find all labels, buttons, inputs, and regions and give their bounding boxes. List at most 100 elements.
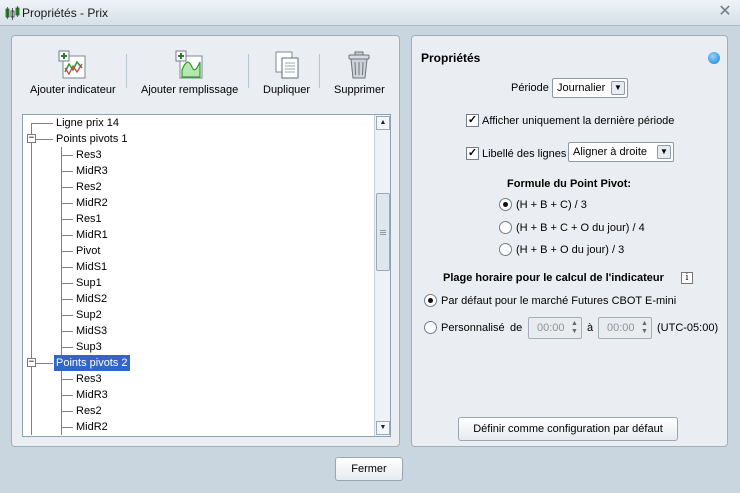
from-time-spinner[interactable]: 00:00 ▲ ▼ (528, 317, 582, 339)
toolbar-separator (126, 54, 127, 88)
add-fill-label: Ajouter remplissage (141, 84, 239, 96)
tree-leaf[interactable]: Res3 (23, 371, 375, 387)
tree-scrollbar[interactable]: ▲ ▼ (374, 115, 390, 436)
candlestick-app-icon (5, 6, 20, 20)
line-labels-align-select[interactable]: Aligner à droite ▼ (568, 142, 674, 162)
chevron-down-icon: ▼ (611, 81, 625, 95)
tree-leaf[interactable]: Sup2 (23, 307, 375, 323)
add-indicator-button[interactable]: Ajouter indicateur (30, 50, 116, 96)
tree-connector (61, 235, 73, 236)
tree-node[interactable]: Ligne prix 14 (23, 115, 375, 131)
tree-leaf[interactable]: Res1 (23, 211, 375, 227)
tree-connector (31, 243, 32, 259)
tree-leaf[interactable]: Res2 (23, 179, 375, 195)
tree-connector (61, 251, 73, 252)
tree-label: MidS2 (76, 293, 108, 305)
tree-leaf[interactable]: Sup1 (23, 275, 375, 291)
formula-radio-3[interactable] (499, 243, 512, 256)
tree-label: MidR2 (76, 421, 108, 433)
tree-leaf[interactable]: Pivot (23, 243, 375, 259)
custom-range-radio[interactable] (424, 321, 437, 334)
tree-leaf[interactable]: MidS1 (23, 259, 375, 275)
formula-label-3: (H + B + O du jour) / 3 (516, 244, 625, 256)
delete-button[interactable]: Supprimer (334, 50, 385, 96)
formula-heading: Formule du Point Pivot: (507, 178, 632, 190)
tree-connector (31, 195, 32, 211)
set-default-config-button[interactable]: Définir comme configuration par défaut (458, 417, 678, 441)
line-labels-checkbox[interactable]: ✓ (466, 147, 479, 160)
collapse-icon[interactable]: − (27, 358, 36, 367)
properties-panel: Propriétés Période Journalier ▼ ✓ Affich… (411, 35, 728, 447)
tree-leaf[interactable]: Sup3 (23, 339, 375, 355)
to-time-spinner[interactable]: 00:00 ▲ ▼ (598, 317, 652, 339)
close-icon[interactable]: ✕ (716, 3, 734, 21)
tree-connector (61, 283, 73, 284)
period-select[interactable]: Journalier ▼ (552, 78, 628, 98)
tree-label: MidR2 (76, 197, 108, 209)
info-icon[interactable]: i (681, 272, 693, 284)
tree-connector (31, 275, 32, 291)
tree-connector (61, 331, 73, 332)
default-market-label: Par défaut pour le marché Futures CBOT E… (441, 295, 677, 307)
help-bubble-icon[interactable] (708, 52, 720, 64)
duplicate-icon (275, 51, 299, 79)
tree-label: Res3 (76, 373, 102, 385)
tree-connector (31, 371, 32, 387)
to-label: à (587, 322, 594, 334)
tree-leaf[interactable]: MidS2 (23, 291, 375, 307)
indicator-tree[interactable]: Ligne prix 14 − Points pivots 1 Res3 MidR3 Re… (22, 114, 391, 437)
tree-leaf[interactable]: MidR3 (23, 163, 375, 179)
to-time-value: 00:00 (607, 322, 635, 334)
tree-rows: Ligne prix 14 − Points pivots 1 Res3 MidR3 Re… (23, 115, 375, 435)
tree-leaf[interactable]: MidR1 (23, 227, 375, 243)
spinner-arrows-icon: ▲ ▼ (641, 320, 648, 335)
tree-connector (61, 267, 73, 268)
tree-leaf[interactable]: Res2 (23, 403, 375, 419)
formula-label-2: (H + B + C + O du jour) / 4 (516, 222, 645, 234)
tree-connector (31, 419, 32, 435)
show-last-period-label: Afficher uniquement la dernière période (482, 115, 675, 127)
tree-connector (31, 323, 32, 339)
show-last-period-checkbox[interactable]: ✓ (466, 114, 479, 127)
custom-range-label: Personnalisé (441, 322, 505, 334)
tree-label: Pivot (76, 245, 101, 257)
tree-label: MidR3 (76, 389, 108, 401)
tree-leaf[interactable]: MidS3 (23, 323, 375, 339)
collapse-icon[interactable]: − (27, 134, 36, 143)
tree-node[interactable]: − Points pivots 2 (23, 355, 375, 371)
from-time-value: 00:00 (537, 322, 565, 334)
close-button[interactable]: Fermer (335, 457, 403, 481)
toolbar-separator (248, 54, 249, 88)
tree-label: Ligne prix 14 (56, 117, 119, 129)
default-market-radio[interactable] (424, 294, 437, 307)
tree-connector (61, 299, 73, 300)
scroll-up-arrow[interactable]: ▲ (376, 116, 390, 130)
tree-label: MidS1 (76, 261, 108, 273)
formula-radio-2[interactable] (499, 221, 512, 234)
tree-label: Sup3 (76, 341, 102, 353)
duplicate-label: Dupliquer (263, 84, 311, 96)
tree-label: MidS3 (76, 325, 108, 337)
tree-leaf[interactable]: MidR2 (23, 419, 375, 435)
tree-leaf[interactable]: MidR3 (23, 387, 375, 403)
tree-label: Points pivots 1 (56, 133, 128, 145)
trash-icon (348, 51, 370, 79)
tree-label: Res2 (76, 405, 102, 417)
tree-connector (31, 123, 32, 131)
tree-connector (31, 147, 32, 163)
formula-radio-1[interactable] (499, 198, 512, 211)
tree-connector (31, 179, 32, 195)
tree-label: Res3 (76, 149, 102, 161)
add-fill-button[interactable]: Ajouter remplissage (141, 50, 238, 96)
duplicate-button[interactable]: Dupliquer (263, 50, 310, 96)
toolbar-separator (319, 54, 320, 88)
add-fill-icon (175, 50, 203, 79)
tree-connector (61, 395, 73, 396)
scroll-down-arrow[interactable]: ▼ (376, 421, 390, 435)
scroll-thumb[interactable] (376, 193, 390, 271)
tree-leaf[interactable]: Res3 (23, 147, 375, 163)
tree-label: Res1 (76, 213, 102, 225)
tree-node[interactable]: − Points pivots 1 (23, 131, 375, 147)
tree-leaf[interactable]: MidR2 (23, 195, 375, 211)
window-title: Propriétés - Prix (22, 6, 109, 20)
